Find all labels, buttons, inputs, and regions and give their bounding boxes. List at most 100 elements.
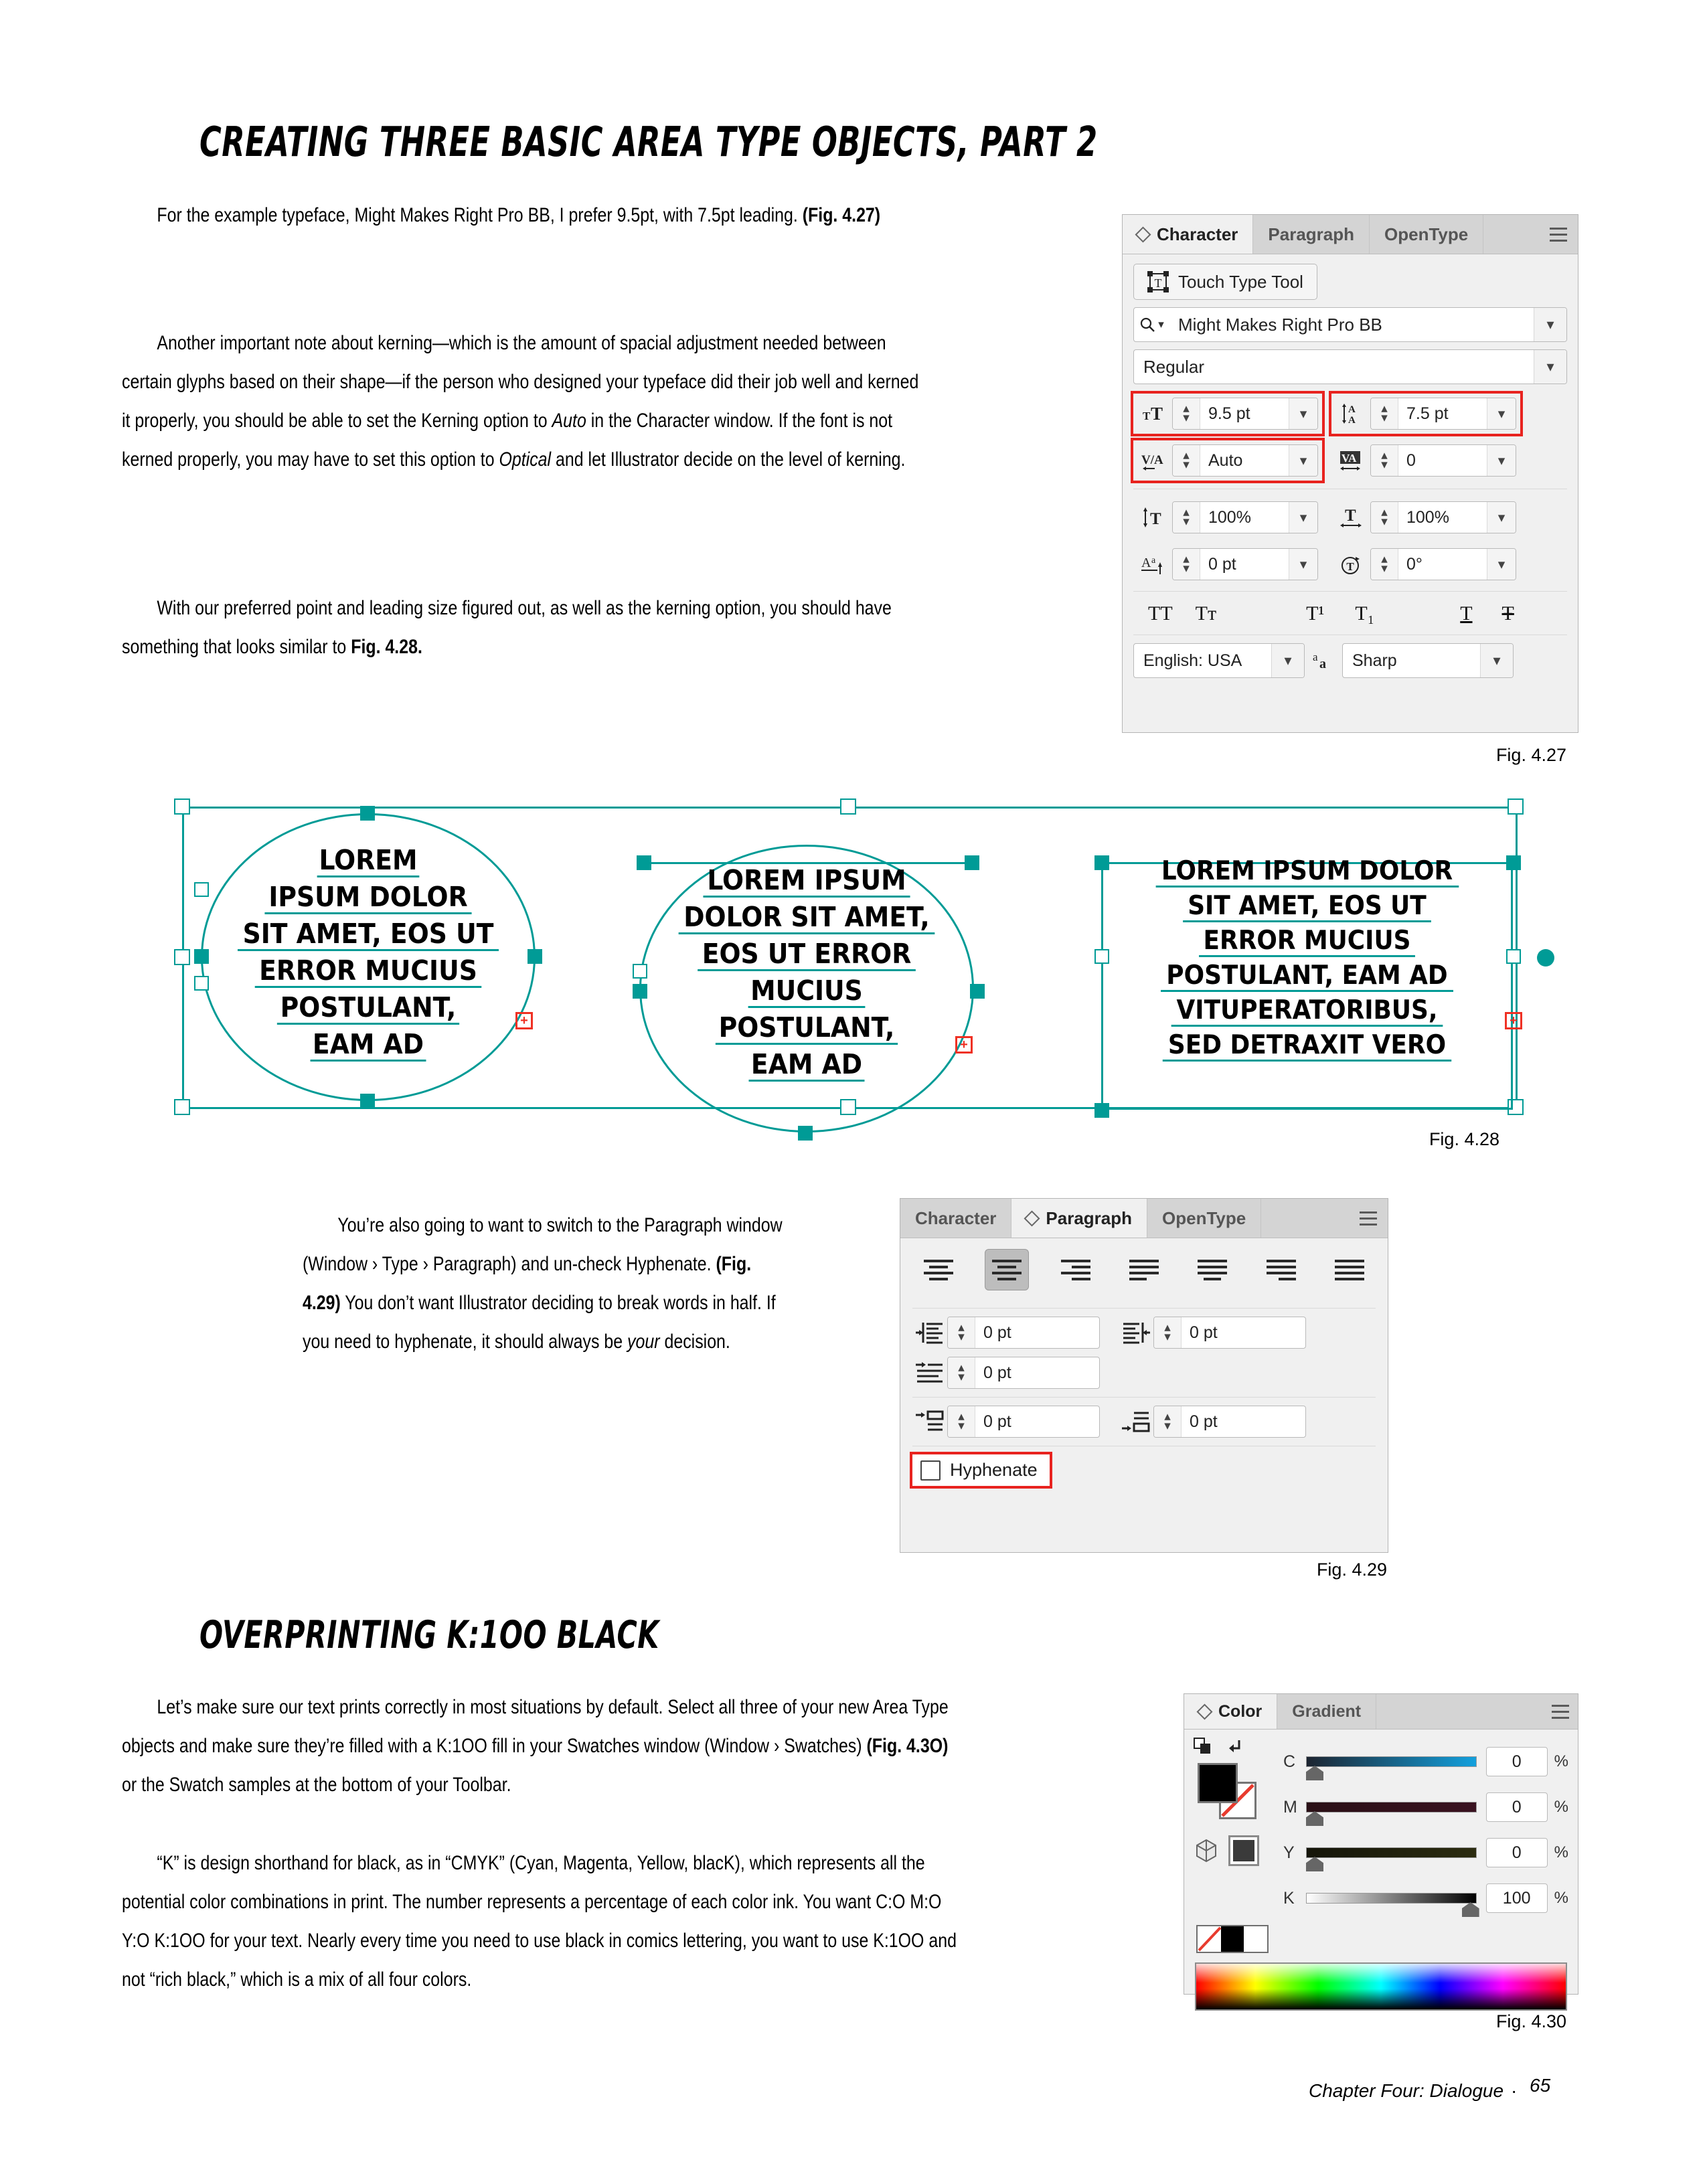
obj1-handle-bottom[interactable]: [360, 1094, 375, 1108]
character-rotation-spinner[interactable]: ▴ ▾: [1371, 549, 1398, 580]
slider-row-m[interactable]: M 0 %: [1283, 1792, 1568, 1826]
obj2-overflow-icon[interactable]: +: [955, 1036, 973, 1054]
character-rotation-value[interactable]: 0°: [1398, 555, 1487, 574]
character-rotation-dropdown-icon[interactable]: ▾: [1487, 549, 1516, 580]
justify-last-center-button[interactable]: [1190, 1249, 1234, 1290]
baseline-shift-spinner[interactable]: ▴ ▾: [1173, 549, 1200, 580]
area-type-object-2-ellipse[interactable]: [639, 845, 974, 1132]
tab-character[interactable]: Character: [900, 1199, 1012, 1238]
tab-paragraph[interactable]: Paragraph: [1011, 1199, 1148, 1238]
kerning-stepper[interactable]: ▴ ▾ Auto ▾: [1172, 444, 1318, 477]
tracking-value[interactable]: 0: [1398, 451, 1487, 471]
obj2-handle-right[interactable]: [970, 984, 985, 999]
leading-spinner[interactable]: ▴ ▾: [1371, 398, 1398, 429]
slider-track-y[interactable]: [1306, 1847, 1477, 1858]
space-before-value[interactable]: 0 pt: [975, 1412, 1099, 1432]
quick-swatch-group[interactable]: [1196, 1925, 1269, 1953]
vertical-scale-group[interactable]: T ▴ ▾ 100% ▾: [1133, 497, 1322, 537]
spin-down-icon[interactable]: ▾: [1164, 1331, 1171, 1343]
bbox-handle-tm[interactable]: [840, 799, 856, 815]
panel-menu-icon[interactable]: [1349, 1199, 1388, 1238]
leading-value[interactable]: 7.5 pt: [1398, 404, 1487, 424]
baseline-shift-group[interactable]: A a ▴ ▾ 0 pt ▾: [1133, 544, 1322, 584]
kerning-dropdown-icon[interactable]: ▾: [1289, 445, 1317, 476]
align-left-button[interactable]: [916, 1249, 961, 1290]
horizontal-scale-spinner[interactable]: ▴ ▾: [1371, 502, 1398, 533]
space-before-stepper[interactable]: ▴ ▾ 0 pt: [947, 1406, 1100, 1438]
bbox-handle-bl[interactable]: [174, 1099, 190, 1115]
first-line-indent-spinner[interactable]: ▴ ▾: [948, 1357, 975, 1388]
obj2-handle-bottom[interactable]: [798, 1126, 813, 1141]
panel-menu-icon[interactable]: [1543, 1694, 1578, 1729]
spin-down-icon[interactable]: ▾: [958, 1331, 965, 1343]
area-type-object-1-ellipse[interactable]: [201, 813, 536, 1101]
paragraph-panel[interactable]: Character Paragraph OpenType ▴ ▾ 0 pt ▴ …: [900, 1198, 1388, 1553]
font-size-stepper[interactable]: ▴ ▾ 9.5 pt ▾: [1172, 398, 1318, 430]
spin-down-icon[interactable]: ▾: [1381, 562, 1388, 575]
bbox-handle-tl[interactable]: [174, 799, 190, 815]
character-panel-tabbar[interactable]: Character Paragraph OpenType: [1123, 215, 1578, 254]
obj3-handle-tl[interactable]: [1094, 855, 1109, 870]
slider-row-c[interactable]: C 0 %: [1283, 1747, 1568, 1780]
fill-proxy-swatch[interactable]: [1198, 1763, 1238, 1803]
tracking-stepper[interactable]: ▴ ▾ 0 ▾: [1370, 444, 1516, 477]
leading-stepper[interactable]: ▴ ▾ 7.5 pt ▾: [1370, 398, 1516, 430]
swap-arrow-icon[interactable]: [1224, 1738, 1244, 1756]
space-after-value[interactable]: 0 pt: [1182, 1412, 1305, 1432]
area-type-object-3-rect[interactable]: [1101, 862, 1513, 1110]
vertical-scale-spinner[interactable]: ▴ ▾: [1173, 502, 1200, 533]
underline-button[interactable]: T: [1455, 601, 1477, 626]
leading-dropdown-icon[interactable]: ▾: [1487, 398, 1516, 429]
baseline-shift-stepper[interactable]: ▴ ▾ 0 pt ▾: [1172, 548, 1318, 580]
font-family-dropdown-icon[interactable]: ▾: [1534, 308, 1566, 341]
slider-value-y[interactable]: 0: [1485, 1838, 1548, 1867]
obj2-handle-tr[interactable]: [965, 855, 979, 870]
spin-down-icon[interactable]: ▾: [958, 1371, 965, 1383]
character-rotation-group[interactable]: T ▴ ▾ 0° ▾: [1331, 544, 1520, 584]
obj3-overflow-icon[interactable]: +: [1505, 1012, 1522, 1029]
slider-knob-k[interactable]: [1461, 1902, 1479, 1917]
language-combo[interactable]: English: USA ▾: [1133, 643, 1305, 678]
color-panel-tabbar[interactable]: Color Gradient: [1184, 1694, 1578, 1730]
tab-opentype[interactable]: OpenType: [1147, 1199, 1262, 1238]
fill-stroke-proxy[interactable]: [1194, 1762, 1261, 1823]
character-rotation-stepper[interactable]: ▴ ▾ 0° ▾: [1370, 548, 1516, 580]
color-panel[interactable]: Color Gradient C 0 % M 0 % Y 0 % K 100 %: [1184, 1693, 1578, 2011]
anti-alias-dropdown-icon[interactable]: ▾: [1480, 644, 1513, 677]
first-line-indent-value[interactable]: 0 pt: [975, 1363, 1099, 1383]
obj1-handle-top[interactable]: [360, 806, 375, 821]
justify-last-right-button[interactable]: [1259, 1249, 1303, 1290]
font-size-dropdown-icon[interactable]: ▾: [1289, 398, 1317, 429]
kerning-value[interactable]: Auto: [1200, 451, 1289, 471]
vertical-scale-stepper[interactable]: ▴ ▾ 100% ▾: [1172, 501, 1318, 533]
small-caps-button[interactable]: Tᴛ: [1190, 601, 1222, 626]
character-style-buttons-row[interactable]: TT Tᴛ T¹ T₁ T Ŧ: [1133, 591, 1567, 626]
vertical-scale-dropdown-icon[interactable]: ▾: [1289, 502, 1317, 533]
align-center-button[interactable]: [985, 1249, 1030, 1290]
baseline-shift-dropdown-icon[interactable]: ▾: [1289, 549, 1317, 580]
slider-knob-y[interactable]: [1306, 1857, 1323, 1871]
tracking-group[interactable]: VA ▴ ▾ 0 ▾: [1331, 440, 1520, 481]
subscript-button[interactable]: T₁: [1350, 601, 1380, 626]
kerning-group[interactable]: V/A ▴ ▾ Auto ▾: [1131, 438, 1325, 483]
slider-value-k[interactable]: 100: [1485, 1883, 1548, 1913]
horizontal-scale-dropdown-icon[interactable]: ▾: [1487, 502, 1516, 533]
obj3-handle-bl[interactable]: [1094, 1103, 1109, 1118]
font-style-row[interactable]: Regular ▾: [1133, 349, 1567, 384]
3d-cube-icon[interactable]: [1194, 1838, 1219, 1863]
obj3-anchor-ml[interactable]: [1094, 949, 1109, 964]
tab-color[interactable]: Color: [1184, 1694, 1278, 1729]
color-spectrum-ramp[interactable]: [1195, 1962, 1567, 2011]
font-search-icon[interactable]: ▾: [1134, 316, 1169, 333]
superscript-button[interactable]: T¹: [1301, 601, 1329, 626]
slider-value-m[interactable]: 0: [1485, 1792, 1548, 1822]
font-size-group[interactable]: T T ▴ ▾ 9.5 pt ▾: [1131, 391, 1325, 436]
indent-left-value[interactable]: 0 pt: [975, 1323, 1099, 1343]
strikethrough-button[interactable]: Ŧ: [1497, 601, 1520, 626]
horizontal-scale-value[interactable]: 100%: [1398, 508, 1487, 527]
alignment-button-row[interactable]: [912, 1244, 1376, 1300]
indent-right-spinner[interactable]: ▴ ▾: [1154, 1317, 1182, 1348]
current-color-swatch[interactable]: [1228, 1835, 1259, 1866]
paragraph-panel-tabbar[interactable]: Character Paragraph OpenType: [900, 1199, 1388, 1238]
hyphenate-row[interactable]: Hyphenate: [910, 1452, 1052, 1489]
